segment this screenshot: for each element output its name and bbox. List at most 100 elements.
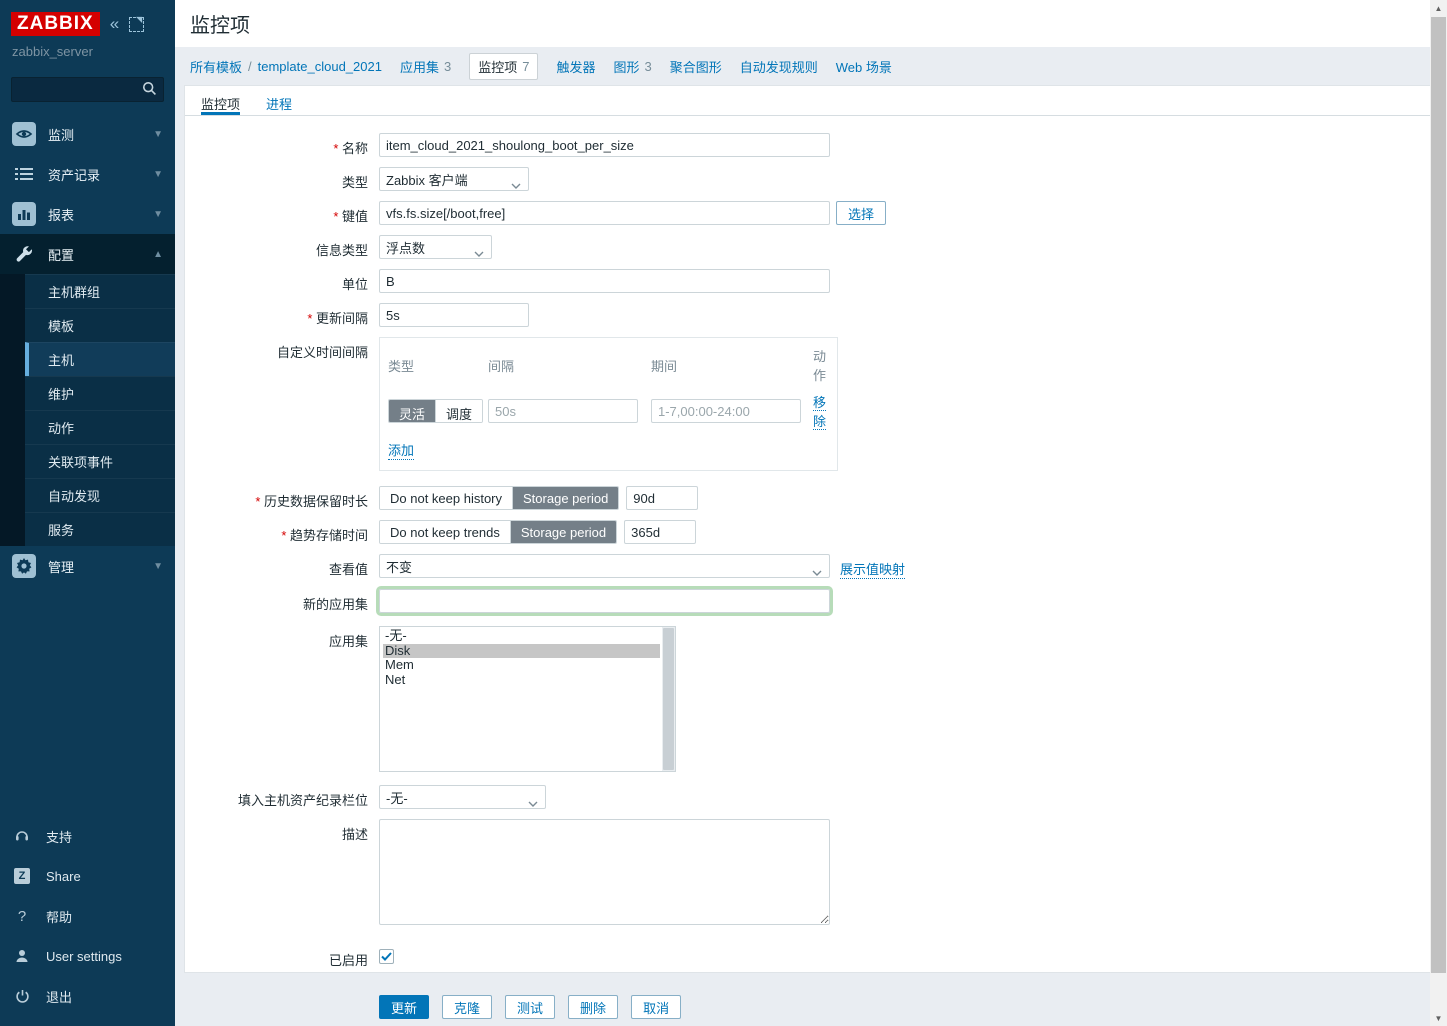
search-icon[interactable] bbox=[142, 81, 157, 99]
trends-label: 趋势存储时间 bbox=[185, 520, 379, 544]
sidebar-item-actions[interactable]: 动作 bbox=[25, 410, 175, 444]
sidebar-item-administration[interactable]: 管理 ▼ bbox=[0, 546, 175, 586]
sidebar-search[interactable] bbox=[11, 77, 164, 102]
inventory-select[interactable]: -无- bbox=[379, 785, 546, 809]
breadcrumb-all-templates[interactable]: 所有模板 bbox=[190, 57, 242, 76]
tab-item[interactable]: 监控项 bbox=[201, 86, 240, 115]
add-interval-link[interactable]: 添加 bbox=[388, 440, 414, 460]
trends-storage-period-toggle[interactable]: Storage period bbox=[511, 521, 616, 543]
update-interval-input[interactable] bbox=[379, 303, 529, 327]
applications-listbox[interactable]: -无- Disk Mem Net bbox=[379, 626, 676, 772]
chevron-down-icon: ▼ bbox=[153, 561, 163, 572]
chevron-down-icon bbox=[528, 795, 538, 810]
sidebar-item-templates[interactable]: 模板 bbox=[25, 308, 175, 342]
units-input[interactable] bbox=[379, 269, 830, 293]
nav-item-triggers[interactable]: 触发器 bbox=[556, 57, 595, 76]
type-row: 类型 Zabbix 客户端 bbox=[185, 167, 1435, 191]
listbox-scrollbar[interactable] bbox=[662, 627, 675, 771]
sidebar-item-user-settings[interactable]: User settings bbox=[0, 936, 175, 976]
inventory-row: 填入主机资产纪录栏位 -无- bbox=[185, 785, 1435, 809]
nav-item-applications[interactable]: 应用集 3 bbox=[400, 57, 451, 76]
new-application-input[interactable] bbox=[379, 589, 830, 613]
history-storage-period-toggle[interactable]: Storage period bbox=[513, 487, 618, 509]
sidebar-item-inventory[interactable]: 资产记录 ▼ bbox=[0, 154, 175, 194]
enabled-checkbox[interactable] bbox=[379, 949, 394, 964]
sidebar-item-services[interactable]: 服务 bbox=[25, 512, 175, 546]
sidebar-item-help[interactable]: ? 帮助 bbox=[0, 896, 175, 936]
nav-item-discovery-rules[interactable]: 自动发现规则 bbox=[740, 57, 818, 76]
clone-button[interactable]: 克隆 bbox=[442, 995, 492, 1019]
footer-item-label: 帮助 bbox=[46, 907, 72, 926]
key-select-button[interactable]: 选择 bbox=[836, 201, 886, 225]
scroll-down-icon[interactable]: ▼ bbox=[1430, 1010, 1447, 1026]
enabled-row: 已启用 bbox=[185, 945, 1435, 969]
history-mode-toggle: Do not keep history Storage period bbox=[379, 486, 619, 510]
sidebar-item-maintenance[interactable]: 维护 bbox=[25, 376, 175, 410]
sidebar-item-configuration[interactable]: 配置 ▲ bbox=[0, 234, 175, 274]
interval-delay-input[interactable] bbox=[488, 399, 638, 423]
flexible-toggle[interactable]: 灵活 bbox=[389, 400, 436, 422]
history-row: 历史数据保留时长 Do not keep history Storage per… bbox=[185, 486, 1435, 510]
sidebar-item-support[interactable]: 支持 bbox=[0, 816, 175, 856]
update-button[interactable]: 更新 bbox=[379, 995, 429, 1019]
delete-button[interactable]: 删除 bbox=[568, 995, 618, 1019]
type-select[interactable]: Zabbix 客户端 bbox=[379, 167, 529, 191]
server-name: zabbix_server bbox=[0, 36, 175, 69]
interval-period-input[interactable] bbox=[651, 399, 801, 423]
chevron-down-icon bbox=[511, 177, 521, 192]
cancel-button[interactable]: 取消 bbox=[631, 995, 681, 1019]
nav-item-screens[interactable]: 聚合图形 bbox=[670, 57, 722, 76]
do-not-keep-history-toggle[interactable]: Do not keep history bbox=[380, 487, 513, 509]
trends-period-input[interactable] bbox=[624, 520, 696, 544]
application-option-net[interactable]: Net bbox=[383, 673, 660, 688]
remove-interval-link[interactable]: 移除 bbox=[813, 395, 826, 430]
update-interval-row: 更新间隔 bbox=[185, 303, 1435, 327]
page-header: 监控项 bbox=[175, 0, 1447, 47]
type-label: 类型 bbox=[185, 167, 379, 191]
sidebar-footer: 支持 Z Share ? 帮助 User settings 退出 bbox=[0, 816, 175, 1016]
key-input[interactable] bbox=[379, 201, 830, 225]
tab-preprocessing[interactable]: 进程 bbox=[266, 86, 292, 115]
content-panel: 监控项 进程 名称 类型 Zabbix 客户端 键值 选择 信息类 bbox=[184, 85, 1436, 973]
sidebar-item-logout[interactable]: 退出 bbox=[0, 976, 175, 1016]
nav-item-graphs[interactable]: 图形 3 bbox=[613, 57, 651, 76]
page-title: 监控项 bbox=[190, 9, 250, 38]
popout-icon[interactable] bbox=[129, 17, 144, 32]
trends-mode-toggle: Do not keep trends Storage period bbox=[379, 520, 617, 544]
sidebar-item-share[interactable]: Z Share bbox=[0, 856, 175, 896]
scrollbar-thumb[interactable] bbox=[1431, 17, 1446, 973]
chevron-down-icon: ▼ bbox=[153, 129, 163, 140]
zabbix-logo[interactable]: ZABBIX bbox=[11, 12, 100, 36]
description-textarea[interactable] bbox=[379, 819, 830, 925]
breadcrumb-template-name[interactable]: template_cloud_2021 bbox=[258, 59, 382, 74]
configuration-submenu: 主机群组 模板 主机 维护 动作 关联项事件 自动发现 服务 bbox=[0, 274, 175, 546]
show-value-mappings-link[interactable]: 展示值映射 bbox=[840, 559, 905, 579]
sidebar-item-hosts[interactable]: 主机 bbox=[25, 342, 175, 376]
scheduling-toggle[interactable]: 调度 bbox=[436, 400, 482, 422]
do-not-keep-trends-toggle[interactable]: Do not keep trends bbox=[380, 521, 511, 543]
new-application-label: 新的应用集 bbox=[185, 589, 379, 613]
collapse-sidebar-icon[interactable]: « bbox=[110, 14, 119, 34]
test-button[interactable]: 测试 bbox=[505, 995, 555, 1019]
name-input[interactable] bbox=[379, 133, 830, 157]
sidebar-item-label: 报表 bbox=[48, 205, 141, 224]
search-input[interactable] bbox=[12, 82, 142, 97]
application-option-none[interactable]: -无- bbox=[383, 629, 660, 644]
page-scrollbar[interactable]: ▲ ▼ bbox=[1430, 0, 1447, 1026]
sidebar-item-discovery[interactable]: 自动发现 bbox=[25, 478, 175, 512]
show-value-select[interactable]: 不变 bbox=[379, 554, 830, 578]
name-label: 名称 bbox=[185, 133, 379, 157]
info-type-select[interactable]: 浮点数 bbox=[379, 235, 492, 259]
sidebar-item-host-groups[interactable]: 主机群组 bbox=[25, 274, 175, 308]
application-option-mem[interactable]: Mem bbox=[383, 658, 660, 673]
sidebar-item-reports[interactable]: 报表 ▼ bbox=[0, 194, 175, 234]
sidebar-item-monitoring[interactable]: 监测 ▼ bbox=[0, 114, 175, 154]
application-option-disk[interactable]: Disk bbox=[383, 644, 660, 659]
chevron-down-icon: ▼ bbox=[153, 209, 163, 220]
nav-item-web-scenarios[interactable]: Web 场景 bbox=[836, 57, 892, 76]
nav-item-items[interactable]: 监控项 7 bbox=[469, 53, 538, 80]
history-period-input[interactable] bbox=[626, 486, 698, 510]
scroll-up-icon[interactable]: ▲ bbox=[1430, 0, 1447, 16]
new-application-row: 新的应用集 bbox=[185, 589, 1435, 613]
sidebar-item-event-correlation[interactable]: 关联项事件 bbox=[25, 444, 175, 478]
